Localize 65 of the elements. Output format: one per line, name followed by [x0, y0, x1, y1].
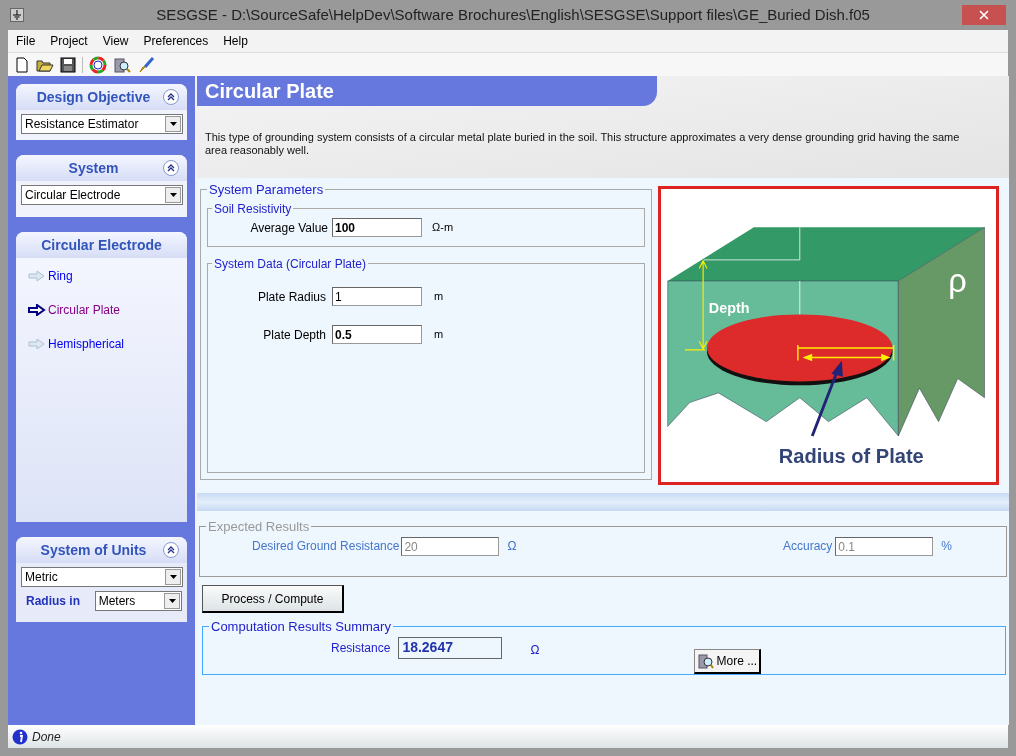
collapse-icon[interactable]: [163, 89, 179, 105]
close-button[interactable]: [962, 5, 1006, 25]
menu-item[interactable]: Help: [223, 32, 248, 50]
dropdown[interactable]: Resistance Estimator: [21, 114, 183, 134]
resistivity-symbol: ρ: [948, 263, 967, 300]
unit-label: Ω: [530, 641, 540, 659]
input-field: 0.1: [835, 536, 934, 556]
input-field[interactable]: 0.5: [332, 325, 422, 344]
group-title: Soil Resistivity: [213, 200, 293, 218]
unit-label: Ω-m: [432, 220, 454, 236]
status-text: Done: [32, 728, 61, 746]
app-icon[interactable]: [10, 8, 24, 22]
window-title: SESGSE - D:\SourceSafe\HelpDev\Software Brochures\English\SESGSE\Support files\GE_Buried Dish.f05: [155, 4, 871, 25]
panel-title: System of Units: [39, 540, 148, 560]
arrow-icon: [28, 304, 46, 316]
field-label: Plate Radius: [256, 288, 327, 306]
depth-label: Depth: [708, 300, 750, 317]
arrow-icon: [28, 338, 46, 350]
menu-item[interactable]: View: [102, 32, 129, 50]
panel-title: Circular Electrode: [40, 235, 163, 255]
radius-label: Radius of Plate: [778, 444, 924, 467]
radius-label: Radius in: [25, 593, 81, 610]
group-title: Expected Results: [207, 518, 311, 536]
save-icon[interactable]: [60, 56, 76, 73]
result-value: 18.2647: [398, 636, 503, 659]
menu-item[interactable]: Preferences: [143, 32, 209, 50]
dropdown[interactable]: Meters: [94, 591, 182, 611]
panel-title: System: [67, 158, 120, 178]
info-icon: [12, 728, 28, 745]
description: This type of grounding system consists of a circular metal plate buried in the soil. This structure approximates a very dense grounding grid having the same area reasonably well.: [204, 131, 961, 157]
brush-icon[interactable]: [137, 55, 155, 74]
color-wheel-icon[interactable]: [89, 55, 107, 74]
field-label: Accuracy: [782, 538, 833, 555]
page-title: Circular Plate: [197, 76, 657, 106]
group-title: Computation Results Summary: [210, 618, 392, 636]
process-compute-button[interactable]: Process / Compute: [202, 585, 344, 613]
close-icon[interactable]: [979, 10, 989, 20]
electrode-option[interactable]: Circular Plate: [28, 301, 187, 319]
electrode-option[interactable]: Hemispherical: [28, 335, 187, 353]
more-button[interactable]: More ...: [694, 648, 762, 674]
dropdown[interactable]: Metric: [21, 567, 183, 587]
menu-item[interactable]: Project: [50, 32, 88, 50]
input-field[interactable]: 100: [332, 218, 422, 237]
menu-item[interactable]: File: [16, 32, 36, 50]
group-title: System Data (Circular Plate): [213, 255, 368, 273]
collapse-icon[interactable]: [163, 160, 179, 176]
unit-label: m: [434, 327, 444, 343]
field-label: Resistance: [331, 639, 391, 657]
report-search-icon[interactable]: [113, 55, 131, 74]
unit-label: Ω: [507, 538, 517, 555]
group-title: System Parameters: [208, 181, 325, 199]
electrode-option[interactable]: Ring: [28, 267, 187, 285]
field-label: Desired Ground Resistance: [252, 538, 400, 555]
panel-title: Design Objective: [35, 87, 152, 107]
new-file-icon[interactable]: [14, 56, 30, 73]
unit-label: %: [941, 538, 952, 555]
input-field[interactable]: 1: [332, 287, 422, 306]
dropdown[interactable]: Circular Electrode: [21, 185, 183, 205]
collapse-icon[interactable]: [163, 542, 179, 558]
input-field: 20: [401, 536, 500, 556]
unit-label: m: [434, 289, 444, 305]
report-search-icon: [697, 652, 714, 669]
field-label: Plate Depth: [262, 326, 327, 344]
arrow-icon: [28, 270, 46, 282]
field-label: Average Value: [249, 219, 329, 237]
